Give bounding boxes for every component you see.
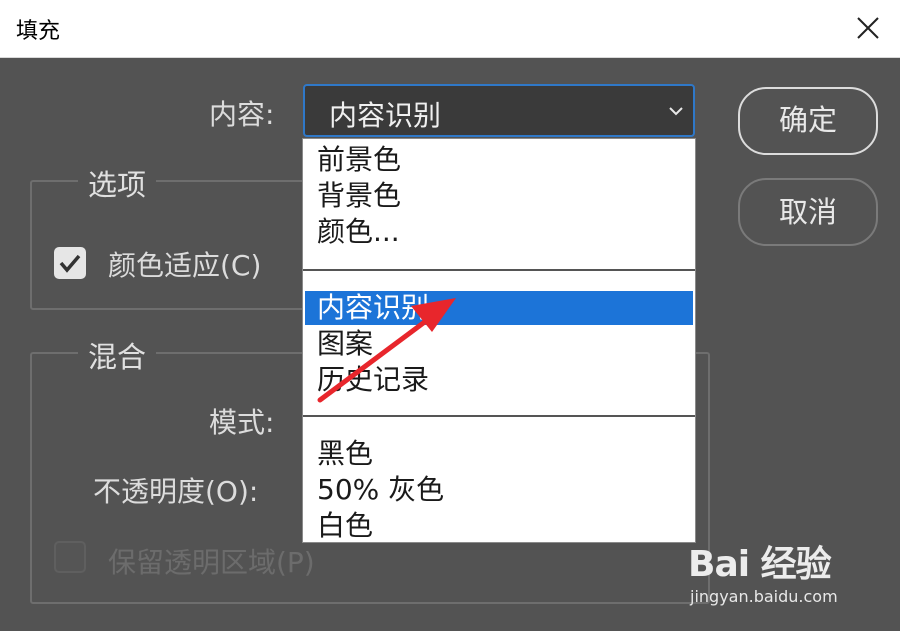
dropdown-item-color[interactable]: 颜色... <box>317 215 400 249</box>
content-select[interactable]: 内容识别 <box>303 84 695 137</box>
window-title: 填充 <box>16 19 61 44</box>
watermark-url: jingyan.baidu.com <box>690 587 838 606</box>
dropdown-separator <box>303 415 695 417</box>
dropdown-item-black[interactable]: 黑色 <box>317 437 373 471</box>
dropdown-item-background[interactable]: 背景色 <box>317 179 401 213</box>
dropdown-item-foreground[interactable]: 前景色 <box>317 143 401 177</box>
blend-group-title: 混合 <box>78 334 157 376</box>
checkmark-icon <box>59 254 81 273</box>
cancel-button[interactable]: 取消 <box>738 178 878 246</box>
preserve-transparency-checkbox[interactable] <box>54 541 86 573</box>
opacity-label: 不透明度(O): <box>93 475 259 508</box>
watermark-logo: Bai 经验 <box>688 544 832 585</box>
dropdown-item-content-aware[interactable]: 内容识别 <box>317 291 429 325</box>
content-select-value: 内容识别 <box>329 99 442 132</box>
chevron-down-icon <box>669 107 683 116</box>
dropdown-item-gray[interactable]: 50% 灰色 <box>317 473 444 507</box>
baidu-watermark: Bai 经验 jingyan.baidu.com <box>688 535 888 615</box>
content-dropdown-list: 前景色 背景色 颜色... 内容识别 图案 历史记录 黑色 50% 灰色 白色 <box>302 138 696 543</box>
dropdown-item-history[interactable]: 历史记录 <box>317 363 429 397</box>
close-icon <box>857 17 879 39</box>
dropdown-item-white[interactable]: 白色 <box>317 509 373 543</box>
dropdown-separator <box>303 269 695 271</box>
content-label: 内容: <box>209 98 275 131</box>
color-adapt-checkbox[interactable] <box>54 247 86 279</box>
mode-label: 模式: <box>209 406 275 439</box>
preserve-transparency-label: 保留透明区域(P) <box>108 546 315 579</box>
ok-button[interactable]: 确定 <box>738 87 878 155</box>
options-group-title: 选项 <box>78 162 157 204</box>
color-adapt-label[interactable]: 颜色适应(C) <box>108 244 261 284</box>
dropdown-item-pattern[interactable]: 图案 <box>317 327 373 361</box>
close-button[interactable] <box>838 0 900 58</box>
title-bar: 填充 <box>0 0 900 58</box>
